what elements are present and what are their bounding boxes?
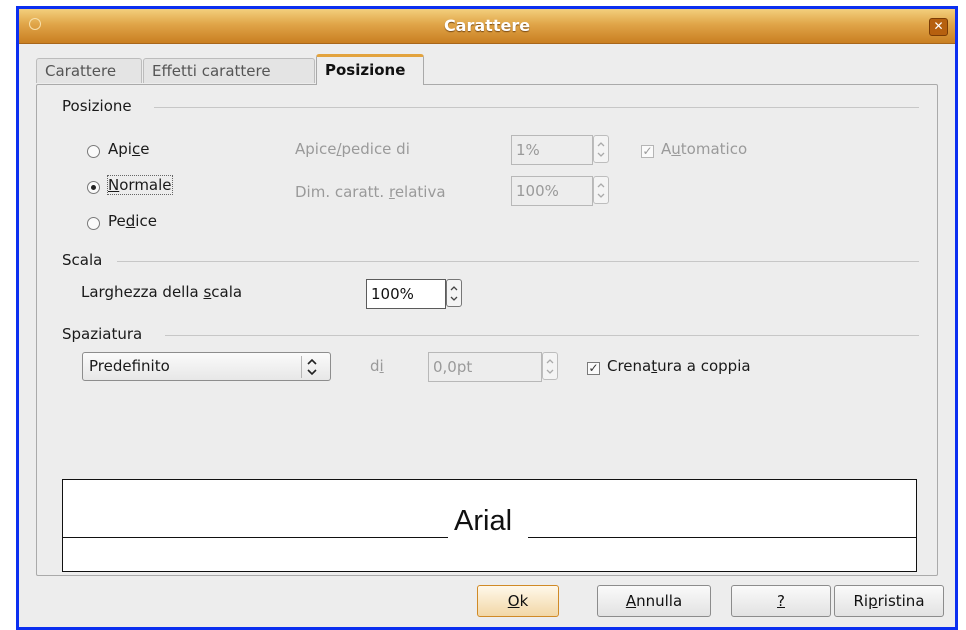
relative-size-field[interactable]: 100%	[511, 176, 593, 206]
automatico-checkbox[interactable]: ✓	[641, 145, 654, 158]
scala-section-label: Scala	[62, 251, 103, 269]
scale-width-label: Larghezza della scala	[81, 283, 243, 301]
automatico-label[interactable]: Automatico	[661, 140, 747, 158]
preview-text: Arial	[454, 505, 513, 537]
spacing-by-label: di	[370, 357, 384, 375]
window-title: Carattere	[443, 16, 531, 35]
close-icon[interactable]: ✕	[929, 18, 948, 36]
font-dialog: Carattere ✕ Carattere Effetti carattere …	[19, 9, 955, 627]
scala-divider	[117, 261, 919, 262]
tab-posizione[interactable]: Posizione	[316, 54, 424, 85]
spacing-mode-combo[interactable]: Predefinito	[82, 352, 331, 381]
apice-label[interactable]: Apice	[108, 140, 149, 158]
font-preview: Arial	[62, 479, 917, 572]
spacing-mode-value: Predefinito	[89, 357, 170, 375]
updown-chevron-icon	[301, 356, 322, 378]
title-bar[interactable]: Carattere ✕	[19, 9, 955, 44]
pedice-label[interactable]: Pedice	[108, 212, 157, 230]
apice-radio[interactable]	[87, 145, 100, 158]
tab-effetti-carattere[interactable]: Effetti carattere	[143, 58, 315, 83]
pedice-radio[interactable]	[87, 217, 100, 230]
spacing-by-field[interactable]: 0,0pt	[428, 352, 542, 382]
posizione-section-label: Posizione	[62, 97, 132, 115]
reset-button[interactable]: Ripristina	[834, 585, 944, 617]
scale-width-field[interactable]: 100%	[366, 279, 446, 309]
help-button[interactable]: ?	[731, 585, 831, 617]
scale-width-spin-icon[interactable]	[446, 279, 462, 307]
preview-baseline-left	[63, 537, 448, 538]
relative-size-spin-icon[interactable]	[593, 176, 609, 204]
cancel-button[interactable]: Annulla	[597, 585, 711, 617]
raise-lower-spin-icon[interactable]	[593, 135, 609, 163]
ok-button[interactable]: Ok	[477, 585, 559, 617]
raise-lower-field[interactable]: 1%	[511, 135, 593, 165]
spaziatura-divider	[165, 335, 919, 336]
pair-kerning-label[interactable]: Crenatura a coppia	[607, 357, 751, 375]
spaziatura-section-label: Spaziatura	[62, 325, 143, 343]
pair-kerning-checkbox[interactable]: ✓	[587, 362, 600, 375]
posizione-divider	[154, 107, 919, 108]
relative-size-label: Dim. caratt. relativa	[295, 183, 446, 201]
normale-label[interactable]: Normale	[107, 175, 173, 195]
tab-carattere[interactable]: Carattere	[36, 58, 142, 83]
raise-lower-label: Apice/pedice di	[295, 140, 410, 158]
spacing-by-spin-icon[interactable]	[542, 352, 558, 380]
preview-baseline-right	[528, 537, 916, 538]
normale-radio[interactable]	[87, 181, 100, 194]
